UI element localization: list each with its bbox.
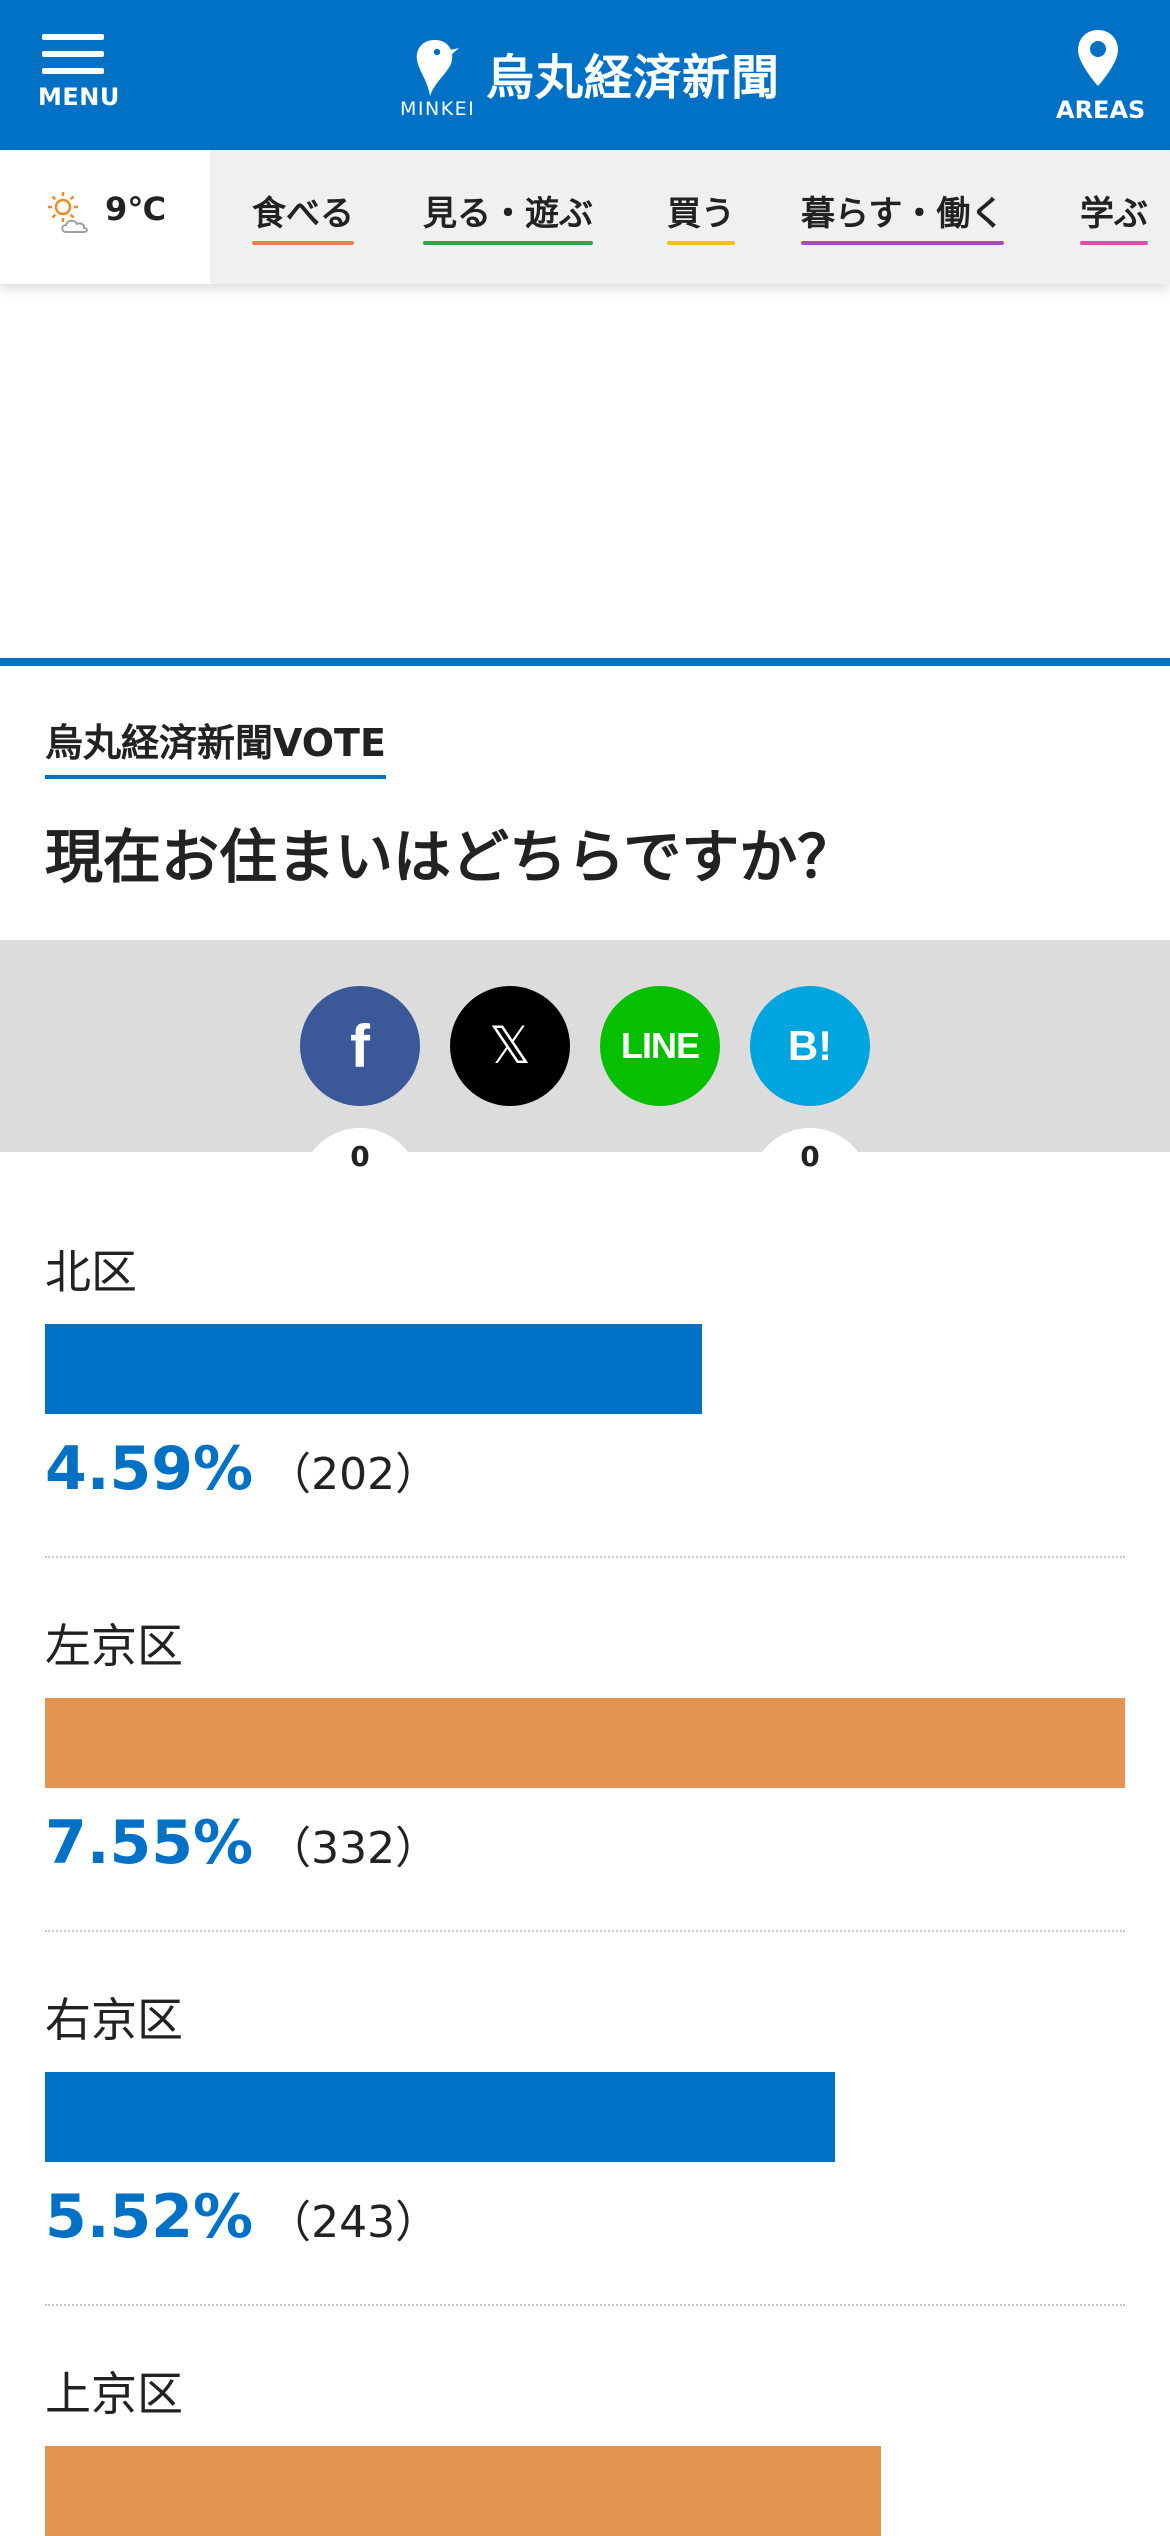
vote-count: （332）	[267, 1823, 440, 1874]
nav-underline	[801, 241, 1005, 245]
vote-count: （243）	[267, 2197, 440, 2248]
facebook-icon: f	[350, 1012, 370, 1080]
result-bar	[45, 2072, 836, 2162]
category-nav: 9℃ 食べる 見る・遊ぶ 買う 暮らす・働く 学ぶ	[0, 150, 1170, 284]
result-bar	[45, 1698, 1125, 1788]
option-name: 右京区	[45, 1993, 183, 2047]
menu-button[interactable]: MENU	[38, 34, 120, 111]
x-share-button[interactable]: 𝕏	[450, 986, 570, 1106]
nav-underline	[252, 241, 354, 245]
result-bar	[45, 2446, 882, 2536]
x-icon: 𝕏	[489, 1016, 531, 1076]
nav-item-label: 食べる	[252, 194, 354, 234]
areas-label: AREAS	[1056, 96, 1146, 124]
site-title: 烏丸経済新聞	[486, 50, 781, 106]
option-name: 上京区	[45, 2367, 183, 2421]
nav-item-learn[interactable]: 学ぶ	[1080, 186, 1148, 245]
sun-cloud-icon	[48, 192, 88, 233]
nav-underline	[1080, 241, 1148, 245]
nav-item-label: 学ぶ	[1080, 194, 1148, 234]
vote-question: 現在お住まいはどちらですか？	[45, 823, 856, 891]
temperature: 9℃	[105, 190, 167, 228]
facebook-share-button[interactable]: f	[300, 986, 420, 1106]
nav-item-see-play[interactable]: 見る・遊ぶ	[423, 186, 593, 245]
hatena-bookmark-icon: B!	[787, 1022, 833, 1069]
menu-label: MENU	[38, 83, 120, 111]
share-bar: f 𝕏 LINE B!	[0, 940, 1170, 1152]
bar-track	[45, 2072, 1125, 2162]
nav-item-live-work[interactable]: 暮らす・働く	[801, 186, 1005, 245]
areas-button[interactable]: AREAS	[1056, 28, 1146, 124]
option-name: 北区	[45, 1245, 137, 1299]
percent-value: 5.52%	[45, 2182, 254, 2252]
hamburger-icon	[42, 34, 104, 74]
hatena-bookmark-button[interactable]: B!	[750, 986, 870, 1106]
option-name: 左京区	[45, 1619, 183, 1673]
site-logo[interactable]: MINKEI 烏丸経済新聞	[400, 34, 780, 124]
site-header: MENU MINKEI 烏丸経済新聞 AREAS	[0, 0, 1170, 150]
result-percent: 4.59% （202）	[45, 1434, 439, 1504]
result-bar	[45, 1324, 703, 1414]
section-divider	[0, 658, 1170, 666]
bar-track	[45, 1324, 1125, 1414]
result-separator	[45, 1930, 1125, 1932]
bar-track	[45, 1698, 1125, 1788]
nav-item-shop[interactable]: 買う	[667, 186, 735, 245]
line-icon: LINE	[620, 1025, 700, 1066]
vote-section-label: 烏丸経済新聞VOTE	[45, 712, 386, 779]
vote-count: （202）	[267, 1449, 440, 1500]
line-share-button[interactable]: LINE	[600, 986, 720, 1106]
nav-item-eat[interactable]: 食べる	[252, 186, 354, 245]
percent-value: 4.59%	[45, 1434, 254, 1504]
nav-item-label: 買う	[667, 194, 735, 234]
percent-value: 7.55%	[45, 1808, 254, 1878]
weather-widget[interactable]: 9℃	[0, 150, 210, 284]
nav-item-label: 暮らす・働く	[801, 194, 1005, 234]
result-separator	[45, 1556, 1125, 1558]
nav-item-label: 見る・遊ぶ	[423, 194, 593, 234]
bar-track	[45, 2446, 1125, 2536]
nav-underline	[423, 241, 593, 245]
nav-underline	[667, 241, 735, 245]
result-percent: 7.55% （332）	[45, 1808, 439, 1878]
minkei-bird-icon	[416, 40, 459, 96]
map-pin-icon	[1078, 30, 1118, 86]
minkei-wordmark: MINKEI	[400, 98, 476, 120]
result-separator	[45, 2304, 1125, 2306]
result-percent: 5.52% （243）	[45, 2182, 439, 2252]
